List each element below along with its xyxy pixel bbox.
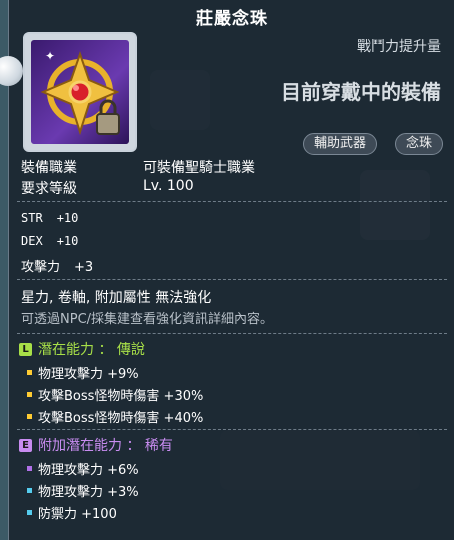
divider	[17, 279, 447, 280]
req-value: 可裝備聖騎士職業	[143, 160, 255, 176]
bullet-icon	[27, 510, 32, 515]
bonus-potential-line: 物理攻擊力 +6%	[27, 459, 139, 478]
power-increase-label: 戰鬥力提升量	[357, 39, 441, 55]
bullet-icon	[27, 466, 32, 471]
potential-line: 物理攻擊力 +9%	[27, 363, 139, 382]
bullet-icon	[27, 392, 32, 397]
potential-line: 攻擊Boss怪物時傷害 +30%	[27, 385, 203, 404]
divider	[17, 429, 447, 430]
potential-title: 潛在能力 ： 傳說	[38, 342, 145, 358]
item-icon-frame: ✦	[23, 32, 137, 152]
bonus-potential-text: 物理攻擊力 +3%	[38, 485, 139, 500]
bonus-potential-text: 防禦力 +100	[38, 507, 117, 522]
stat-value: +10	[56, 211, 79, 225]
tag-secondary-weapon: 輔助武器	[302, 133, 377, 155]
bullet-icon	[27, 414, 32, 419]
svg-text:✦: ✦	[45, 49, 55, 63]
stat-value: +10	[56, 234, 79, 248]
item-tooltip: 莊嚴念珠 ✦ 戰鬥力提升量 目前穿戴中的裝備 輔助武器 念珠 裝備職業 可裝備聖…	[0, 0, 454, 540]
bonus-potential-line: 防禦力 +100	[27, 503, 117, 522]
stat-label: DEX	[21, 234, 43, 248]
stat-row: STR +10	[21, 211, 78, 225]
stat-value: +3	[74, 260, 94, 275]
legendary-badge-icon: L	[19, 342, 32, 356]
bonus-potential-line: 物理攻擊力 +3%	[27, 481, 139, 500]
stat-label: STR	[21, 211, 43, 225]
bullet-icon	[27, 370, 32, 375]
bonus-potential-text: 物理攻擊力 +6%	[38, 463, 139, 478]
hint-note: 可透過NPC/採集建查看強化資訊詳細內容。	[21, 312, 274, 327]
req-row-job: 裝備職業 可裝備聖騎士職業	[21, 157, 255, 177]
item-name: 莊嚴念珠	[196, 9, 268, 29]
epic-badge-icon: E	[19, 438, 32, 452]
bonus-potential-title: 附加潛在能力 ： 稀有	[38, 438, 173, 454]
stat-label: 攻擊力	[21, 260, 61, 275]
potential-text: 攻擊Boss怪物時傷害 +40%	[38, 411, 204, 426]
potential-header: L 潛在能力 ： 傳說	[19, 339, 145, 359]
potential-text: 物理攻擊力 +9%	[38, 367, 139, 382]
rosary-icon: ✦	[40, 49, 120, 136]
potential-text: 攻擊Boss怪物時傷害 +30%	[38, 389, 204, 404]
potential-line: 攻擊Boss怪物時傷害 +40%	[27, 407, 203, 426]
item-icon: ✦	[31, 40, 129, 144]
req-label: 要求等級	[21, 181, 77, 197]
req-row-level: 要求等級 Lv. 100	[21, 178, 194, 198]
divider	[17, 333, 447, 334]
stat-row: 攻擊力 +3	[21, 256, 93, 275]
tag-rosary: 念珠	[394, 133, 443, 155]
bullet-icon	[27, 488, 32, 493]
currently-equipped-label: 目前穿戴中的裝備	[281, 80, 441, 104]
req-label: 裝備職業	[21, 160, 77, 176]
bonus-potential-header: E 附加潛在能力 ： 稀有	[19, 435, 173, 455]
stat-row: DEX +10	[21, 234, 78, 248]
restriction-note: 星力, 卷軸, 附加屬性 無法強化	[21, 290, 212, 306]
req-value: Lv. 100	[143, 178, 194, 194]
divider	[17, 201, 447, 202]
orb-decoration	[0, 56, 23, 86]
